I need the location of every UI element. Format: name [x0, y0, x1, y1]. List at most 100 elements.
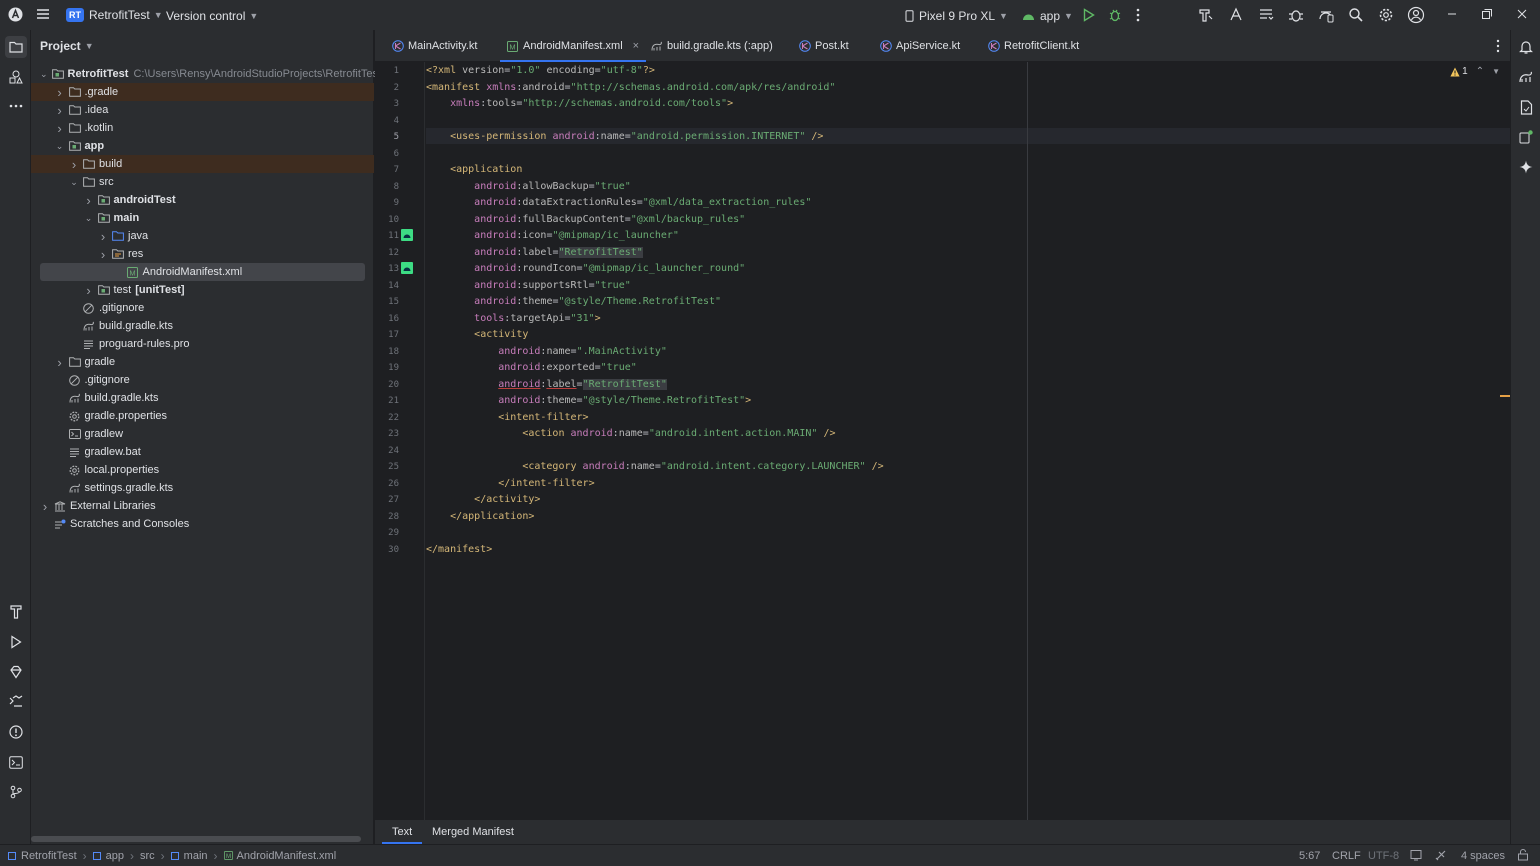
- code-line[interactable]: android:dataExtractionRules="@xml/data_e…: [426, 195, 811, 211]
- main-menu-icon[interactable]: [36, 8, 50, 20]
- tree-item[interactable]: › java: [31, 227, 374, 245]
- tree-item[interactable]: .gitignore: [31, 299, 374, 317]
- resource-manager-icon[interactable]: [6, 67, 26, 87]
- tree-item[interactable]: › build: [31, 155, 374, 173]
- code-line[interactable]: tools:targetApi="31">: [426, 311, 600, 327]
- chevron-down-icon[interactable]: ⌄: [40, 69, 48, 80]
- tree-item[interactable]: ⌄ RetrofitTest C:\Users\Rensy\AndroidStudi…: [31, 65, 381, 83]
- line-ending[interactable]: CRLF: [1332, 850, 1361, 862]
- code-line[interactable]: </manifest>: [426, 542, 492, 558]
- code-line[interactable]: <uses-permission android:name="android.p…: [426, 129, 823, 145]
- tree-item[interactable]: gradlew.bat: [31, 443, 374, 461]
- code-line[interactable]: xmlns:tools="http://schemas.android.com/…: [426, 96, 733, 112]
- project-switcher[interactable]: RT RetrofitTest ▼: [66, 8, 163, 22]
- breadcrumb-item[interactable]: app: [106, 850, 124, 862]
- chevron-right-icon[interactable]: ›: [98, 229, 108, 244]
- running-devices-icon[interactable]: [1516, 127, 1536, 147]
- search-icon[interactable]: [1348, 7, 1364, 23]
- code-line[interactable]: android:exported="true": [426, 360, 637, 376]
- code-line[interactable]: <activity: [426, 327, 528, 343]
- code-line[interactable]: android:fullBackupContent="@xml/backup_r…: [426, 212, 745, 228]
- run-config-selector[interactable]: app ▼: [1022, 9, 1073, 23]
- power-save-icon[interactable]: [1435, 849, 1447, 861]
- chevron-right-icon[interactable]: ›: [69, 157, 79, 172]
- next-highlight-icon[interactable]: ▼: [1492, 67, 1500, 76]
- tree-item[interactable]: › test [unitTest]: [31, 281, 374, 299]
- account-icon[interactable]: [1407, 6, 1425, 24]
- device-file-explorer-icon[interactable]: [1516, 97, 1536, 117]
- restore-icon[interactable]: [1481, 8, 1493, 20]
- chevron-down-icon[interactable]: ⌄: [69, 177, 79, 188]
- breadcrumb-item[interactable]: src: [140, 850, 155, 862]
- chevron-right-icon[interactable]: ›: [84, 283, 94, 298]
- tree-item[interactable]: › res: [31, 245, 374, 263]
- code-line[interactable]: android:icon="@mipmap/ic_launcher": [426, 228, 679, 244]
- git-icon[interactable]: [6, 782, 26, 802]
- close-tab-icon[interactable]: ×: [633, 40, 639, 52]
- code-line[interactable]: </application>: [426, 509, 534, 525]
- code-line[interactable]: <application: [426, 162, 522, 178]
- tree-item[interactable]: settings.gradle.kts: [31, 479, 374, 497]
- close-icon[interactable]: [1516, 8, 1528, 20]
- tree-item[interactable]: build.gradle.kts: [31, 317, 374, 335]
- code-line[interactable]: android:allowBackup="true": [426, 179, 631, 195]
- editor-tab[interactable]: Post.kt: [792, 30, 856, 62]
- tree-item[interactable]: › .gradle: [31, 83, 374, 101]
- tree-item[interactable]: .gitignore: [31, 371, 374, 389]
- tree-item[interactable]: › androidTest: [31, 191, 374, 209]
- tree-item[interactable]: › External Libraries: [31, 497, 374, 515]
- chevron-right-icon[interactable]: ›: [98, 247, 108, 262]
- profiler-icon[interactable]: [1288, 7, 1304, 23]
- gradle-tool-icon[interactable]: [1516, 67, 1536, 87]
- tree-item[interactable]: build.gradle.kts: [31, 389, 374, 407]
- chevron-right-icon[interactable]: ›: [40, 499, 50, 514]
- logcat-icon[interactable]: [6, 692, 26, 712]
- tab-merged-manifest[interactable]: Merged Manifest: [432, 820, 514, 844]
- tab-text[interactable]: Text: [382, 820, 423, 844]
- tree-item[interactable]: ⌄ src: [31, 173, 374, 191]
- code-line[interactable]: <?xml version="1.0" encoding="utf-8"?>: [426, 63, 655, 79]
- notifications-icon[interactable]: [1516, 37, 1536, 57]
- vcs-menu[interactable]: Version control ▼: [166, 9, 258, 23]
- file-encoding[interactable]: UTF-8: [1368, 850, 1399, 862]
- warning-stripe-marker[interactable]: [1500, 395, 1510, 397]
- apply-changes-icon[interactable]: [1228, 7, 1244, 23]
- tree-item[interactable]: M AndroidManifest.xml: [40, 263, 365, 281]
- tree-item[interactable]: › .idea: [31, 101, 374, 119]
- code-line[interactable]: </activity>: [426, 492, 540, 508]
- code-line[interactable]: android:name=".MainActivity": [426, 344, 667, 360]
- minimize-icon[interactable]: [1446, 8, 1458, 20]
- lock-icon[interactable]: [1517, 849, 1529, 861]
- launcher-icon-preview[interactable]: [401, 229, 413, 241]
- tree-item[interactable]: › gradle: [31, 353, 374, 371]
- tree-item[interactable]: › .kotlin: [31, 119, 374, 137]
- more-tools-icon[interactable]: [6, 96, 26, 116]
- build-icon[interactable]: [1198, 7, 1214, 23]
- build-variants-icon[interactable]: [6, 602, 26, 622]
- project-view-icon[interactable]: [5, 36, 27, 58]
- previous-highlight-icon[interactable]: ⌃: [1476, 66, 1484, 77]
- tree-item[interactable]: proguard-rules.pro: [31, 335, 374, 353]
- gemini-icon[interactable]: [1516, 157, 1536, 177]
- tree-item[interactable]: ⌄ app: [31, 137, 374, 155]
- caret-position[interactable]: 5:67: [1299, 850, 1320, 862]
- chevron-down-icon[interactable]: ⌄: [84, 213, 94, 224]
- round-launcher-icon-preview[interactable]: [401, 262, 413, 274]
- gear-icon[interactable]: [1378, 7, 1394, 23]
- tree-item[interactable]: gradle.properties: [31, 407, 374, 425]
- breadcrumb-item[interactable]: RetrofitTest: [21, 850, 77, 862]
- code-line[interactable]: <manifest xmlns:android="http://schemas.…: [426, 80, 835, 96]
- horizontal-scrollbar[interactable]: [31, 836, 361, 842]
- inspection-widget[interactable]: 1 ⌃ ▼: [1450, 66, 1500, 77]
- code-line[interactable]: <action android:name="android.intent.act…: [426, 426, 835, 442]
- code-line[interactable]: android:theme="@style/Theme.RetrofitTest…: [426, 393, 751, 409]
- code-line[interactable]: <intent-filter>: [426, 410, 588, 426]
- code-line[interactable]: <category android:name="android.intent.c…: [426, 459, 883, 475]
- run-tool-icon[interactable]: [6, 632, 26, 652]
- chevron-right-icon[interactable]: ›: [55, 121, 65, 136]
- chevron-right-icon[interactable]: ›: [84, 193, 94, 208]
- problems-icon[interactable]: [6, 722, 26, 742]
- editor-tab[interactable]: ApiService.kt: [873, 30, 967, 62]
- tree-item[interactable]: local.properties: [31, 461, 374, 479]
- project-view-selector[interactable]: Project ▼: [31, 30, 373, 61]
